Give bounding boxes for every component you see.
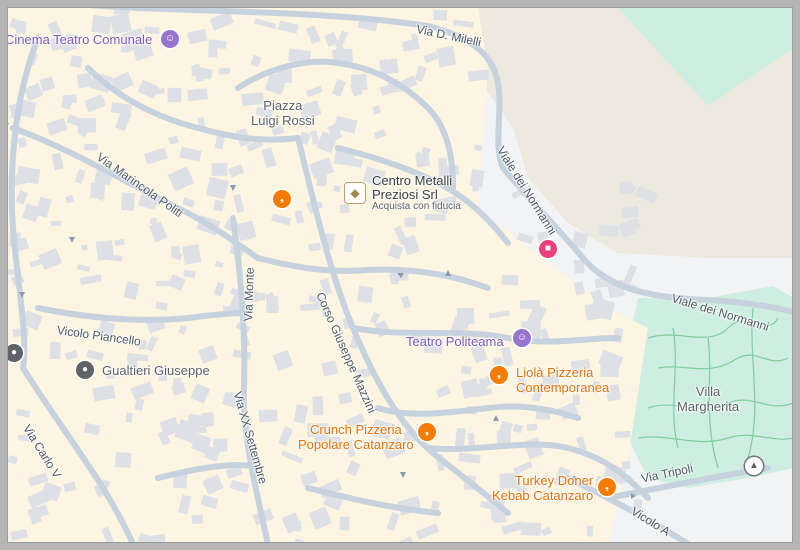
building xyxy=(181,243,202,265)
building xyxy=(81,244,88,251)
building xyxy=(621,460,631,470)
building xyxy=(156,280,178,287)
building xyxy=(350,73,368,92)
building xyxy=(404,217,417,228)
building xyxy=(339,204,350,214)
building xyxy=(49,341,61,360)
restaurant-icon[interactable]: ❟ xyxy=(273,190,291,208)
building xyxy=(586,525,594,537)
street-label-via-monte: Via Monte xyxy=(241,267,257,322)
building xyxy=(84,143,98,151)
poi-subtitle-centro-metalli: Acquista con fiducia xyxy=(372,201,461,212)
poi-label-centro-metalli[interactable]: Centro Metalli Preziosi Srl xyxy=(372,174,452,202)
building xyxy=(50,220,62,227)
building xyxy=(167,87,182,103)
building xyxy=(312,396,324,416)
building xyxy=(436,45,457,68)
diamond-logo-icon[interactable]: ◆ xyxy=(344,182,366,204)
building xyxy=(95,240,115,261)
theater-icon[interactable]: ☺ xyxy=(161,30,179,48)
restaurant-icon[interactable]: ❟ xyxy=(598,478,616,496)
theater-icon[interactable]: ☺ xyxy=(513,329,531,347)
poi-label-crunch-pizzeria[interactable]: Crunch Pizzeria Popolare Catanzaro xyxy=(298,422,414,452)
building xyxy=(125,412,133,423)
building xyxy=(493,357,503,366)
building xyxy=(211,163,228,176)
building xyxy=(493,513,507,523)
building xyxy=(114,452,132,469)
building xyxy=(415,153,431,168)
building xyxy=(69,55,83,68)
building xyxy=(191,514,204,524)
school-icon[interactable]: ▲ xyxy=(745,457,763,475)
building xyxy=(614,430,631,439)
place-pin-icon[interactable]: ● xyxy=(76,361,94,379)
building xyxy=(467,69,490,82)
building xyxy=(308,242,322,252)
building xyxy=(76,72,93,89)
building xyxy=(620,205,640,219)
poi-label-liola-pizzeria[interactable]: Liolà Pizzeria Contemporanea xyxy=(516,365,609,395)
building xyxy=(526,423,538,431)
building xyxy=(218,67,231,75)
building xyxy=(213,199,225,212)
building xyxy=(187,88,208,102)
place-label-villa-margherita: Villa Margherita xyxy=(677,384,740,414)
building xyxy=(501,274,519,286)
building xyxy=(339,516,350,531)
poi-label-teatro-politeama[interactable]: Teatro Politeama xyxy=(406,334,504,349)
building xyxy=(213,438,228,452)
hotel-icon[interactable]: ■ xyxy=(539,240,557,258)
restaurant-icon[interactable]: ❟ xyxy=(490,366,508,384)
poi-label-gualtieri-giuseppe[interactable]: Gualtieri Giuseppe xyxy=(102,363,210,378)
building xyxy=(258,409,278,423)
building xyxy=(433,9,448,21)
building xyxy=(623,264,638,284)
building xyxy=(121,192,135,211)
building xyxy=(424,213,446,221)
poi-label-cinema-teatro-comunale[interactable]: Cinema Teatro Comunale xyxy=(8,32,152,47)
building xyxy=(598,224,619,238)
place-label-piazza-luigi-rossi: Piazza Luigi Rossi xyxy=(251,98,315,128)
restaurant-icon[interactable]: ❟ xyxy=(418,423,436,441)
map-view[interactable]: Via D. Milelli Viale dei Normanni Viale … xyxy=(7,7,793,543)
map-canvas[interactable] xyxy=(8,8,793,543)
poi-label-turkey-doner[interactable]: Turkey Doner Kebab Catanzaro xyxy=(492,473,593,503)
building xyxy=(572,394,580,406)
building xyxy=(520,522,542,536)
building xyxy=(357,285,374,303)
